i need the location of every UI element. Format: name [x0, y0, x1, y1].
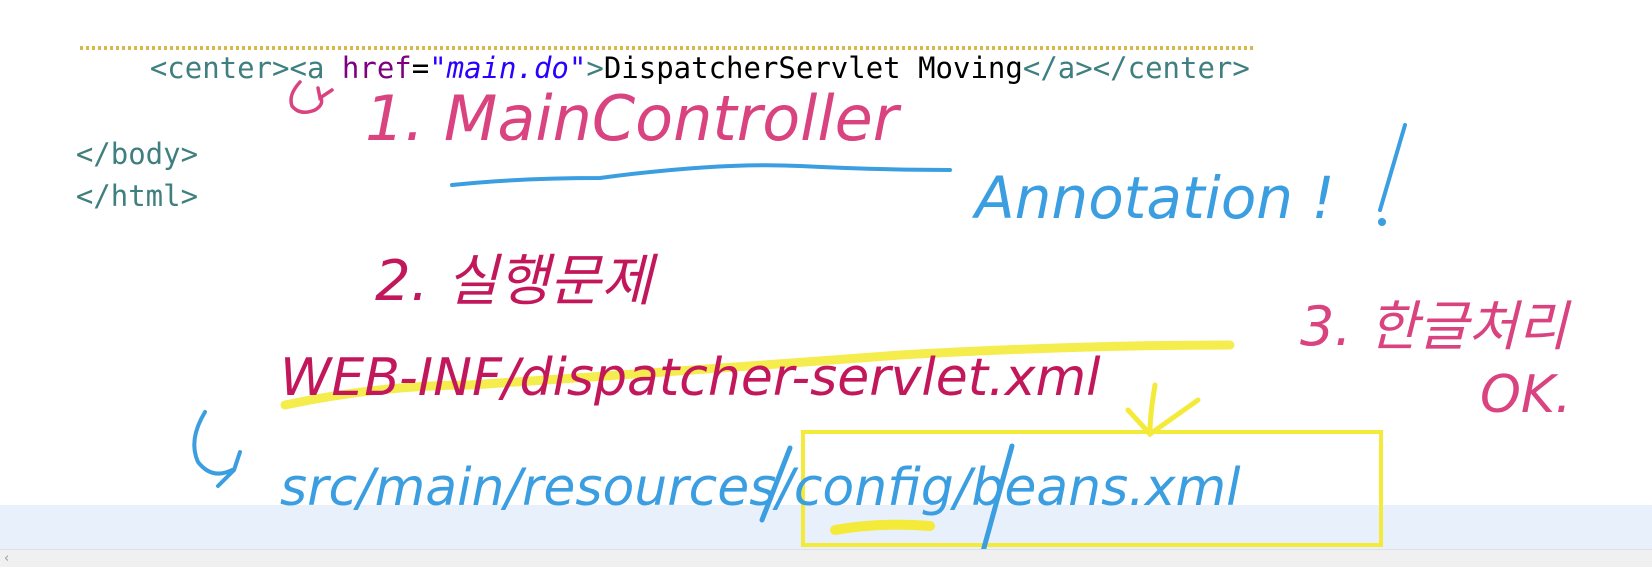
- horizontal-scrollbar[interactable]: ‹: [0, 549, 1652, 567]
- note-korean-encoding: 3. 한글처리: [1300, 295, 1572, 358]
- hook-arrow-pink: [289, 80, 334, 114]
- note-annotation: Annotation !: [971, 164, 1335, 232]
- code-editor[interactable]: <center><a href="main.do">DispatcherServ…: [0, 0, 1652, 567]
- note-runtime-problem: 2. 실행문제: [375, 249, 659, 314]
- pen-annotation-layer: 1. MainController Annotation ! 2. 실행문제 W…: [192, 80, 1572, 558]
- note-main-controller: 1. MainController: [365, 82, 902, 155]
- scroll-left-arrow-icon[interactable]: ‹: [4, 550, 9, 567]
- blue-underline-stroke: [450, 163, 952, 187]
- note-ok: OK.: [1480, 365, 1572, 425]
- hook-arrow-blue: [192, 410, 242, 488]
- note-webinf-path: WEB-INF/dispatcher-servlet.xml: [280, 348, 1101, 408]
- slash-stroke: [1378, 123, 1407, 212]
- yellow-arrow: [1125, 382, 1201, 438]
- note-src-path: src/main/resources/config/beans.xml: [280, 458, 1241, 518]
- yellow-underline-config: [830, 519, 935, 535]
- exclaim-dot: [1378, 218, 1386, 226]
